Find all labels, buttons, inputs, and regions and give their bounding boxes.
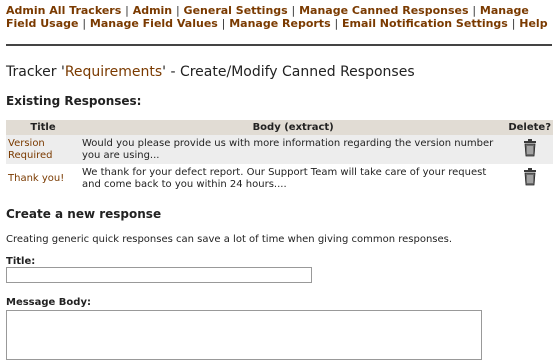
admin-nav: Admin All Trackers | Admin | General Set… (6, 4, 552, 30)
nav-manage-reports[interactable]: Manage Reports (229, 17, 330, 30)
response-title-link[interactable]: Version Required (6, 135, 80, 164)
nav-separator: | (334, 17, 339, 30)
page-title: Tracker 'Requirements' - Create/Modify C… (6, 64, 415, 80)
column-body: Body (extract) (80, 120, 507, 135)
nav-separator: | (511, 17, 516, 30)
nav-separator: | (82, 17, 87, 30)
title-input[interactable] (6, 267, 312, 283)
trash-icon[interactable] (522, 167, 538, 186)
page-title-suffix: ' - Create/Modify Canned Responses (162, 64, 415, 80)
tracker-name: Requirements (64, 64, 163, 80)
nav-help[interactable]: Help (519, 17, 547, 30)
nav-separator: | (221, 17, 226, 30)
response-body-extract: We thank for your defect report. Our Sup… (80, 164, 507, 193)
responses-table: Title Body (extract) Delete? Version Req… (6, 120, 553, 193)
message-body-label: Message Body: (6, 297, 91, 308)
delete-cell (506, 135, 553, 164)
nav-manage-canned-responses[interactable]: Manage Canned Responses (299, 4, 468, 17)
table-row: Thank you! We thank for your defect repo… (6, 164, 553, 193)
page-title-prefix: Tracker ' (6, 64, 65, 80)
table-header-row: Title Body (extract) Delete? (6, 120, 553, 135)
response-title-link[interactable]: Thank you! (6, 164, 80, 193)
nav-separator: | (291, 4, 296, 17)
message-body-textarea[interactable] (6, 310, 482, 360)
response-body-extract: Would you please provide us with more in… (80, 135, 507, 164)
table-row: Version Required Would you please provid… (6, 135, 553, 164)
title-label: Title: (6, 256, 36, 267)
nav-admin[interactable]: Admin (133, 4, 172, 17)
nav-email-notification-settings[interactable]: Email Notification Settings (342, 17, 508, 30)
nav-admin-all-trackers[interactable]: Admin All Trackers (6, 4, 121, 17)
nav-general-settings[interactable]: General Settings (184, 4, 288, 17)
create-intro-text: Creating generic quick responses can sav… (6, 234, 453, 245)
delete-cell (506, 164, 553, 193)
column-title: Title (6, 120, 80, 135)
nav-separator: | (175, 4, 180, 17)
column-delete: Delete? (506, 120, 553, 135)
nav-manage-field-values[interactable]: Manage Field Values (90, 17, 218, 30)
existing-responses-heading: Existing Responses: (6, 94, 142, 108)
create-response-heading: Create a new response (6, 207, 162, 221)
header-divider (6, 44, 552, 46)
trash-icon[interactable] (522, 138, 538, 157)
nav-separator: | (125, 4, 129, 17)
nav-separator: | (472, 4, 477, 17)
